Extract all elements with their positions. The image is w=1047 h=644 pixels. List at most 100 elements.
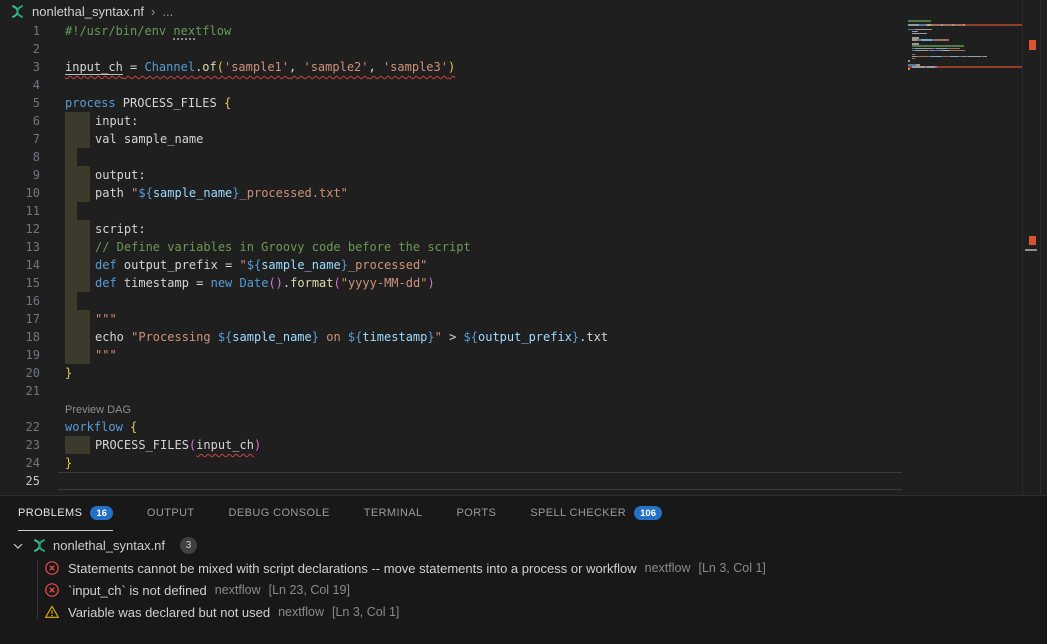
code-line-13[interactable]: 13// Define variables in Groovy code bef… — [0, 238, 905, 256]
code-line-23[interactable]: 23PROCESS_FILES(input_ch) — [0, 436, 905, 454]
panel-tab-spell-checker[interactable]: SPELL CHECKER 106 — [530, 496, 662, 531]
problems-file-name: nonlethal_syntax.nf — [53, 538, 165, 553]
code-line-11[interactable]: 11 — [0, 202, 905, 220]
warning-icon — [44, 604, 60, 620]
code-line-10[interactable]: 10path "${sample_name}_processed.txt" — [0, 184, 905, 202]
code-token: timestamp — [362, 330, 427, 344]
tab-whitespace-highlight — [65, 202, 77, 220]
panel-tab-debug-console[interactable]: DEBUG CONSOLE — [229, 496, 330, 531]
code-line-22[interactable]: 22workflow { — [0, 418, 905, 436]
line-number: 16 — [0, 292, 40, 310]
code-token: = — [123, 60, 145, 74]
line-number: 24 — [0, 454, 40, 472]
code-token: timestamp = — [117, 276, 211, 290]
tab-whitespace-highlight — [65, 184, 90, 202]
code-line-9[interactable]: 9output: — [0, 166, 905, 184]
line-number: 10 — [0, 184, 40, 202]
code-line-19[interactable]: 19""" — [0, 346, 905, 364]
minimap-line — [908, 70, 1022, 72]
code-line-8[interactable]: 8 — [0, 148, 905, 166]
chevron-down-icon[interactable] — [10, 538, 26, 554]
overview-ruler-scrollbar[interactable] — [1022, 0, 1041, 495]
panel-tab-label: SPELL CHECKER — [530, 507, 626, 519]
problem-message: `input_ch` is not defined — [68, 583, 207, 598]
code-token: , — [369, 60, 383, 74]
code-line-4[interactable]: 4 — [0, 76, 905, 94]
code-token: ( — [217, 60, 224, 74]
panel-tab-ports[interactable]: PORTS — [457, 496, 497, 531]
code-token: sample_name — [232, 330, 311, 344]
problems-file-group[interactable]: nonlethal_syntax.nf 3 — [0, 534, 1047, 557]
code-token — [123, 420, 130, 434]
code-line-20[interactable]: 20} — [0, 364, 905, 382]
code-token: format — [290, 276, 333, 290]
tab-whitespace-highlight — [65, 130, 90, 148]
code-token: def — [95, 258, 117, 272]
code-line-16[interactable]: 16 — [0, 292, 905, 310]
code-line-2[interactable]: 2 — [0, 40, 905, 58]
problem-source: nextflow — [645, 561, 691, 575]
problem-location: [Ln 3, Col 1] — [332, 605, 399, 619]
line-number: 23 — [0, 436, 40, 454]
code-line-5[interactable]: 5process PROCESS_FILES { — [0, 94, 905, 112]
panel-tab-label: TERMINAL — [364, 507, 423, 519]
problem-item-error[interactable]: `input_ch` is not definednextflow[Ln 23,… — [0, 579, 1047, 601]
code-editor[interactable]: 1#!/usr/bin/env nextflow23input_ch = Cha… — [0, 22, 905, 490]
code-token: workflow — [65, 420, 123, 434]
code-token: ${ — [247, 258, 261, 272]
panel-tab-terminal[interactable]: TERMINAL — [364, 496, 423, 531]
tab-whitespace-highlight — [65, 310, 90, 328]
codelens-label[interactable]: Preview DAG — [65, 404, 131, 416]
code-token: val sample_name — [95, 132, 203, 146]
codelens-preview-dag[interactable]: Preview DAG — [0, 400, 905, 418]
code-token: ${ — [138, 186, 152, 200]
line-number: 11 — [0, 202, 40, 220]
problem-item-error[interactable]: Statements cannot be mixed with script d… — [0, 557, 1047, 579]
code-line-17[interactable]: 17""" — [0, 310, 905, 328]
problems-list: Statements cannot be mixed with script d… — [0, 557, 1047, 623]
overview-marker-cursor — [1025, 249, 1037, 251]
problems-count-badge: 3 — [180, 537, 197, 554]
line-number: 2 — [0, 40, 40, 58]
code-token: #!/usr/bin/env — [65, 24, 173, 38]
tab-whitespace-highlight — [65, 256, 90, 274]
code-line-14[interactable]: 14def output_prefix = "${sample_name}_pr… — [0, 256, 905, 274]
code-token: ) — [254, 438, 261, 452]
code-token: { — [224, 96, 231, 110]
code-line-15[interactable]: 15def timestamp = new Date().format("yyy… — [0, 274, 905, 292]
overview-marker-error — [1029, 236, 1036, 245]
breadcrumb-more[interactable]: ... — [162, 4, 173, 19]
panel-tab-label: OUTPUT — [147, 507, 195, 519]
code-line-21[interactable]: 21 — [0, 382, 905, 400]
code-line-18[interactable]: 18echo "Processing ${sample_name} on ${t… — [0, 328, 905, 346]
tab-whitespace-highlight — [65, 346, 90, 364]
problem-item-warning[interactable]: Variable was declared but not usednextfl… — [0, 601, 1047, 623]
code-token: Date — [240, 276, 269, 290]
panel-tab-problems[interactable]: PROBLEMS16 — [18, 496, 113, 531]
code-line-7[interactable]: 7val sample_name — [0, 130, 905, 148]
code-line-25[interactable]: 25 — [0, 472, 905, 490]
breadcrumb-file[interactable]: nonlethal_syntax.nf — [32, 4, 144, 19]
panel-tab-output[interactable]: OUTPUT — [147, 496, 195, 531]
line-number: 4 — [0, 76, 40, 94]
tab-whitespace-highlight — [65, 328, 90, 346]
line-number: 1 — [0, 22, 40, 40]
code-token: } — [341, 258, 348, 272]
minimap[interactable] — [908, 20, 1022, 72]
problem-source: nextflow — [278, 605, 324, 619]
code-line-6[interactable]: 6input: — [0, 112, 905, 130]
code-token: input_ch — [196, 438, 254, 452]
bottom-panel: PROBLEMS16 OUTPUT DEBUG CONSOLE TERMINAL POR… — [0, 495, 1047, 644]
code-line-24[interactable]: 24} — [0, 454, 905, 472]
code-token: ${ — [348, 330, 362, 344]
vscode-window: { "colors":{ "error":"#f14c4c","warning"… — [0, 0, 1047, 644]
code-line-3[interactable]: 3input_ch = Channel.of('sample1', 'sampl… — [0, 58, 905, 76]
code-line-12[interactable]: 12script: — [0, 220, 905, 238]
code-line-1[interactable]: 1#!/usr/bin/env nextflow — [0, 22, 905, 40]
code-token: on — [319, 330, 348, 344]
panel-tab-badge: 106 — [634, 506, 662, 520]
problem-location: [Ln 3, Col 1] — [699, 561, 766, 575]
code-token: """ — [95, 348, 117, 362]
code-token: Channel — [144, 60, 195, 74]
code-token: process — [65, 96, 116, 110]
